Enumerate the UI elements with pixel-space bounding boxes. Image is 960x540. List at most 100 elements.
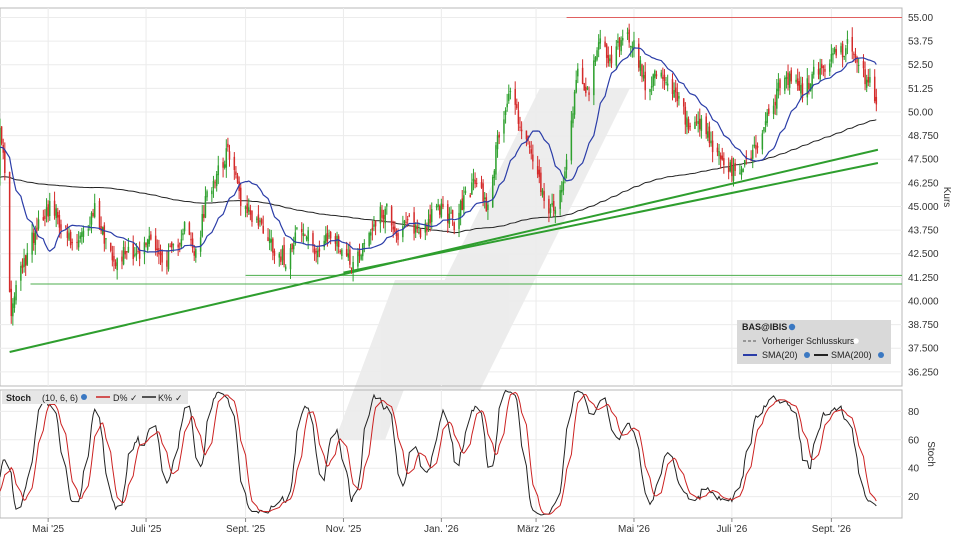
candle-body	[358, 249, 361, 257]
price-y-tick-label: 52.50	[908, 60, 933, 71]
stoch-legend-d: D%	[113, 393, 128, 403]
candle-body	[87, 229, 90, 231]
legend-symbol-icon[interactable]	[788, 323, 796, 331]
candle-body	[352, 261, 354, 272]
price-y-tick-label: 51.25	[908, 84, 933, 95]
candle-body	[313, 248, 316, 255]
candle-body	[440, 203, 443, 217]
stoch-y-tick-label: 20	[908, 492, 920, 503]
candle-body	[122, 246, 125, 265]
candle-body	[708, 126, 711, 144]
candle-body	[575, 79, 577, 93]
candle-body	[607, 55, 610, 64]
candle-body	[525, 130, 528, 140]
candle-body	[325, 234, 327, 244]
stoch-params-icon[interactable]	[81, 394, 87, 400]
candle-body	[620, 40, 622, 52]
candle-body	[554, 210, 557, 214]
candle-body	[159, 252, 162, 256]
price-y-tick-label: 40.000	[908, 296, 939, 307]
candle-body	[485, 197, 488, 212]
candle-body	[604, 41, 606, 47]
candle-body	[450, 212, 452, 214]
candle-body	[663, 74, 666, 82]
candle-body	[621, 37, 624, 41]
legend-prev-close-toggle[interactable]	[853, 338, 859, 344]
candle-body	[204, 196, 207, 218]
candle-body	[572, 113, 574, 124]
candle-body	[132, 243, 134, 260]
candle-body	[796, 78, 799, 86]
candle-body	[498, 134, 500, 138]
stoch-legend-k-check[interactable]: ✓	[175, 393, 183, 403]
candle-body	[403, 220, 406, 224]
candle-body	[90, 212, 93, 225]
candle-body	[774, 101, 776, 106]
candle-body	[829, 63, 831, 72]
candle-body	[812, 66, 815, 75]
candle-body	[323, 240, 325, 248]
candle-body	[666, 83, 669, 86]
candle-body	[167, 249, 170, 270]
candle-body	[23, 258, 25, 268]
candle-body	[386, 203, 388, 207]
candle-body	[649, 89, 651, 92]
candle-body	[573, 92, 576, 115]
candle-body	[734, 162, 736, 171]
candle-body	[233, 156, 236, 170]
candle-body	[751, 149, 754, 159]
stoch-legend-d-check[interactable]: ✓	[130, 393, 138, 403]
candle-body	[384, 208, 386, 224]
candle-body	[339, 250, 342, 253]
candle-body	[798, 80, 801, 91]
legend-sma200-icon[interactable]	[878, 352, 884, 358]
candle-body	[652, 74, 654, 87]
stoch-legend-k: K%	[158, 393, 172, 403]
candle-body	[514, 89, 516, 105]
candle-body	[867, 77, 870, 83]
candle-body	[183, 221, 186, 232]
candle-body	[727, 167, 730, 173]
candle-body	[394, 226, 396, 232]
candle-body	[464, 190, 467, 193]
candle-body	[406, 219, 409, 221]
candle-body	[109, 242, 112, 251]
candle-body	[700, 118, 703, 131]
candle-body	[65, 226, 67, 228]
candle-body	[822, 66, 825, 68]
candle-body	[414, 225, 417, 233]
price-y-tick-label: 41.250	[908, 273, 939, 284]
candle-body	[697, 121, 699, 125]
candle-body	[31, 232, 33, 255]
candle-body	[538, 169, 541, 177]
candle-body	[283, 244, 285, 265]
candle-body	[21, 264, 24, 268]
candle-body	[626, 32, 629, 34]
candle-body	[496, 135, 499, 150]
candle-body	[682, 98, 685, 107]
candle-body	[12, 303, 14, 317]
legend-prev-close: Vorheriger Schlusskurs	[762, 336, 855, 346]
candle-body	[296, 227, 298, 229]
candle-body	[711, 140, 714, 153]
candle-body	[105, 238, 107, 240]
candle-body	[628, 29, 630, 43]
candle-body	[0, 126, 3, 144]
candle-body	[729, 162, 732, 172]
candle-body	[674, 87, 677, 93]
candle-body	[543, 191, 545, 201]
candle-body	[753, 144, 756, 147]
candle-body	[244, 206, 247, 210]
stoch-y-tick-label: 80	[908, 407, 920, 418]
candle-body	[76, 241, 78, 243]
legend-symbol: BAS@IBIS	[742, 322, 787, 332]
candle-body	[857, 65, 860, 67]
candle-body	[251, 210, 253, 222]
candle-body	[113, 255, 115, 262]
candle-body	[341, 249, 343, 256]
legend-sma20-icon[interactable]	[804, 352, 810, 358]
candle-body	[8, 172, 11, 292]
candle-body	[864, 69, 866, 85]
legend-sma200: SMA(200)	[831, 350, 872, 360]
candle-body	[873, 76, 876, 102]
